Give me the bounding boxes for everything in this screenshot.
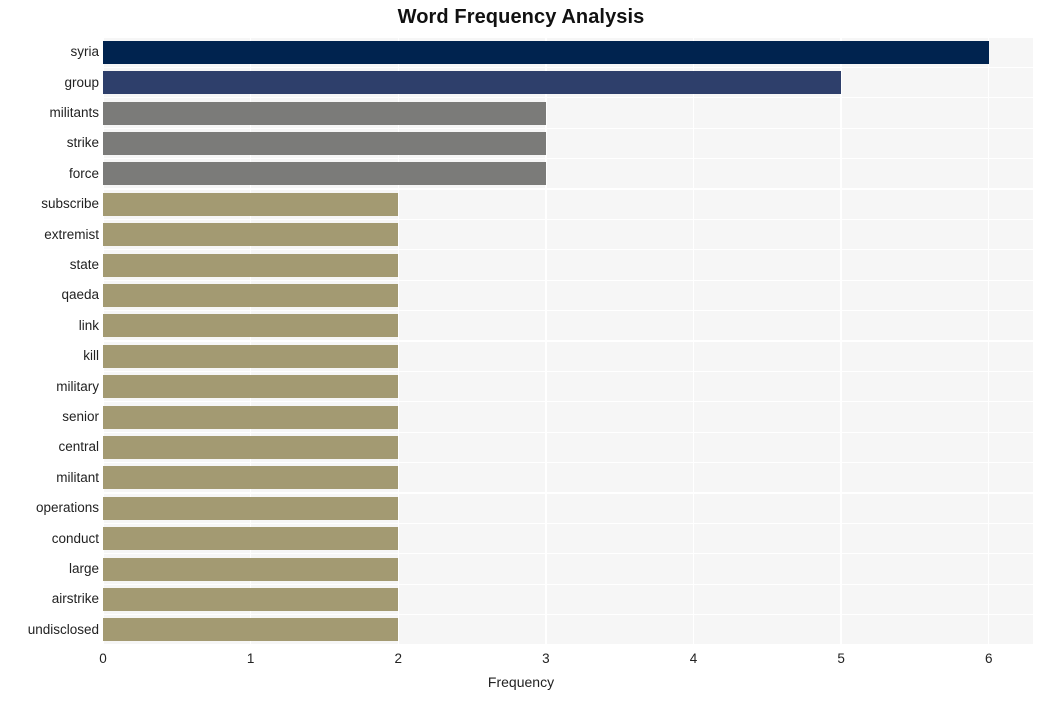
bar [103, 40, 989, 64]
bar [103, 131, 546, 155]
horizontal-gridline [103, 188, 1033, 190]
horizontal-gridline [103, 218, 1033, 221]
horizontal-gridline [103, 37, 1033, 38]
y-axis-tick-label: state [69, 257, 99, 272]
bar [103, 253, 399, 277]
bar [103, 314, 399, 338]
x-axis-tick-label: 2 [394, 651, 402, 666]
horizontal-gridline [103, 370, 1033, 373]
bar [103, 496, 399, 520]
horizontal-gridline [103, 492, 1033, 494]
x-axis-tick-labels: 0 1 2 3 4 5 6 [0, 645, 1042, 673]
x-axis-tick-label: 6 [984, 651, 993, 666]
bar [103, 344, 399, 368]
bar [103, 375, 399, 399]
bar [103, 618, 399, 642]
y-axis-tick-label: qaeda [61, 287, 99, 303]
horizontal-gridline [103, 431, 1033, 433]
horizontal-gridline [103, 279, 1033, 281]
bar [103, 223, 399, 247]
bar [103, 527, 399, 551]
horizontal-gridline [103, 583, 1033, 585]
y-axis-tick-label: central [58, 439, 99, 455]
horizontal-gridline [103, 340, 1033, 342]
y-axis-tick-label: senior [62, 409, 99, 424]
bar [103, 192, 399, 216]
y-axis-tick-label: military [56, 378, 99, 394]
bar [103, 466, 399, 490]
y-axis-tick-labels: syria group militants strike force subscribe e… [0, 37, 99, 645]
bar [103, 587, 399, 611]
horizontal-gridline [103, 401, 1033, 403]
horizontal-gridline [103, 97, 1033, 99]
horizontal-gridline [103, 66, 1033, 69]
y-axis-tick-label: extremist [44, 226, 99, 242]
x-axis-tick-label: 3 [542, 651, 550, 666]
y-axis-tick-label: undisclosed [27, 621, 99, 637]
bar [103, 405, 399, 429]
x-axis-title: Frequency [487, 674, 555, 690]
x-axis-tick-label: 1 [246, 651, 255, 666]
y-axis-tick-label: subscribe [41, 196, 99, 212]
horizontal-gridline [103, 309, 1033, 312]
horizontal-gridline [103, 157, 1033, 160]
x-axis-tick-label: 5 [837, 651, 845, 666]
x-axis-tick-label: 4 [689, 651, 698, 666]
word-frequency-chart-figure: Word Frequency Analysis syria group milita… [0, 0, 1042, 701]
y-axis-tick-label: group [64, 74, 99, 90]
horizontal-gridline [103, 522, 1033, 525]
y-axis-tick-label: syria [70, 44, 99, 60]
bar [103, 101, 546, 125]
y-axis-tick-label: link [78, 317, 99, 333]
bar [103, 162, 546, 186]
bar [103, 435, 399, 459]
y-axis-tick-label: militants [49, 105, 99, 120]
y-axis-tick-label: operations [35, 500, 99, 516]
bar [103, 283, 399, 307]
horizontal-gridline [103, 613, 1033, 616]
y-axis-tick-label: force [68, 165, 99, 181]
horizontal-gridline [103, 461, 1033, 464]
y-axis-tick-label: militant [56, 469, 99, 485]
y-axis-tick-label: airstrike [51, 591, 99, 607]
bar [103, 71, 842, 95]
y-axis-tick-label: strike [66, 135, 99, 151]
chart-title: Word Frequency Analysis [397, 6, 645, 28]
x-axis-tick-label: 0 [99, 651, 107, 666]
horizontal-gridline [103, 249, 1033, 251]
horizontal-gridline [103, 127, 1033, 129]
plot-area [103, 37, 1033, 645]
y-axis-tick-label: kill [83, 348, 99, 364]
y-axis-tick-label: conduct [51, 530, 99, 546]
horizontal-gridline [103, 553, 1033, 555]
y-axis-tick-label: large [68, 561, 99, 576]
bar [103, 557, 399, 581]
